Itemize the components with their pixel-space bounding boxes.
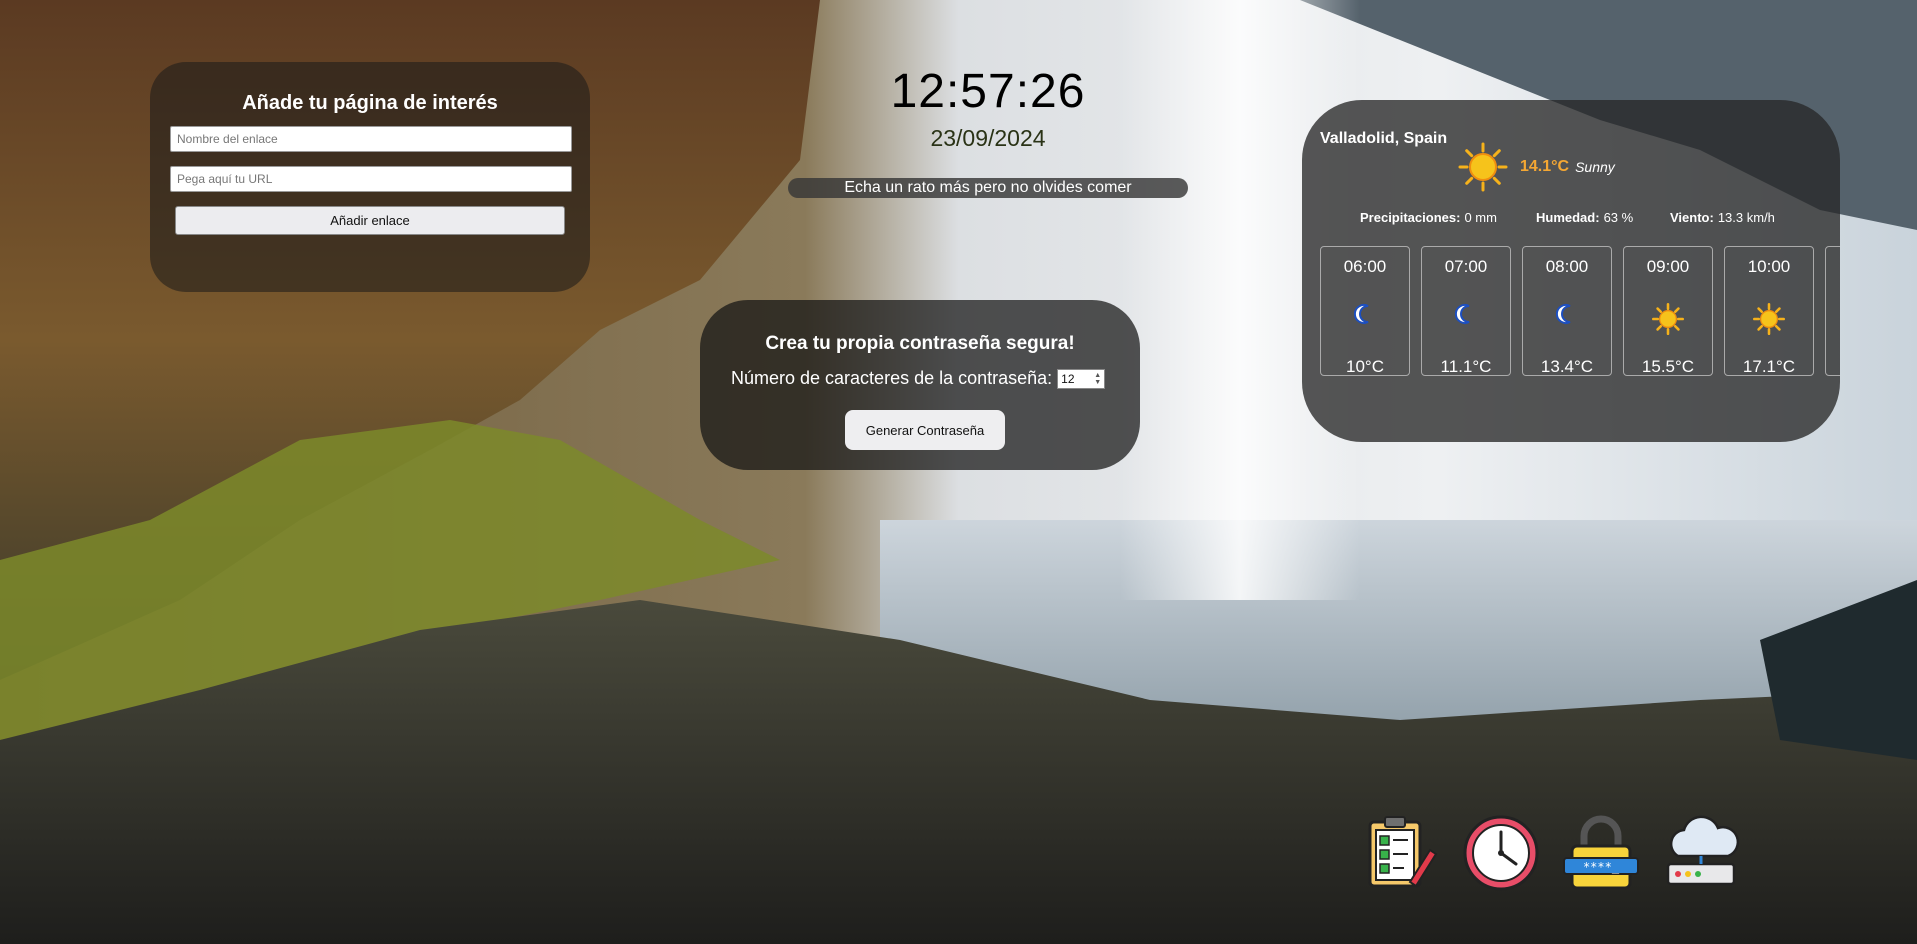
weather-stat-humidity: Humedad: 63 % xyxy=(1536,210,1634,225)
weather-panel: Valladolid, Spain 14.1°C Sunny Precipita… xyxy=(1302,100,1840,442)
checklist-icon[interactable] xyxy=(1360,812,1442,894)
sun-icon xyxy=(1725,303,1813,340)
moon-icon xyxy=(1321,303,1409,330)
clock-time: 12:57:26 xyxy=(890,65,1086,118)
hourly-card: 08:00 13.4°C xyxy=(1522,246,1612,376)
hour-temp: 13.4°C xyxy=(1540,357,1594,376)
moon-icon xyxy=(1422,303,1510,330)
link-url-input[interactable] xyxy=(170,166,572,192)
clock-icon[interactable] xyxy=(1460,812,1542,894)
clock-widget: 12:57:26 23/09/2024 xyxy=(800,64,1176,152)
weather-current: 14.1°C Sunny xyxy=(1458,142,1615,192)
hourly-forecast[interactable]: 06:00 10°C 07:00 11.1°C 08:00 13.4°C 09:… xyxy=(1320,246,1840,376)
weather-current-temp: 14.1°C xyxy=(1520,158,1570,175)
password-generator-title: Crea tu propia contraseña segura! xyxy=(765,333,1075,354)
sun-icon xyxy=(1624,303,1712,340)
hour-time: 08:00 xyxy=(1545,257,1589,276)
password-generator-panel: Crea tu propia contraseña segura! Número… xyxy=(700,300,1140,470)
link-form-panel: Añade tu página de interés Añadir enlace xyxy=(150,62,590,292)
password-lock-icon[interactable]: ****_ xyxy=(1560,812,1642,894)
hour-time: 10:00 xyxy=(1747,257,1791,276)
moon-icon xyxy=(1523,303,1611,330)
password-length-row: Número de caracteres de la contraseña: 1… xyxy=(731,368,1106,389)
hourly-card-partial xyxy=(1825,246,1840,376)
hourly-card: 06:00 10°C xyxy=(1320,246,1410,376)
hour-temp: 17.1°C xyxy=(1742,357,1796,376)
hour-temp: 11.1°C xyxy=(1440,357,1492,376)
cloud-weather-icon[interactable] xyxy=(1660,812,1742,894)
hour-time: 09:00 xyxy=(1646,257,1690,276)
password-length-stepper[interactable]: 12 ▲ ▼ xyxy=(1057,368,1106,389)
clock-message: Echa un rato más pero no olvides comer xyxy=(788,178,1188,198)
svg-text:****_: ****_ xyxy=(1583,860,1620,874)
weather-condition: Sunny xyxy=(1575,159,1615,175)
password-length-label: Número de caracteres de la contraseña: xyxy=(731,368,1053,388)
weather-location: Valladolid, Spain xyxy=(1320,130,1448,147)
hour-time: 06:00 xyxy=(1343,257,1387,276)
hour-time: 07:00 xyxy=(1444,257,1488,276)
password-length-value: 12 xyxy=(1061,371,1075,386)
hourly-card: 09:00 15.5°C xyxy=(1623,246,1713,376)
hourly-card: 07:00 11.1°C xyxy=(1421,246,1511,376)
generate-password-button[interactable]: Generar Contraseña xyxy=(845,410,1005,450)
sun-icon xyxy=(1458,142,1508,192)
weather-stat-precipitation: Precipitaciones: 0 mm xyxy=(1360,210,1497,225)
hour-temp: 10°C xyxy=(1346,357,1384,376)
add-link-button[interactable]: Añadir enlace xyxy=(175,206,565,235)
link-form-title: Añade tu página de interés xyxy=(242,92,498,114)
weather-stat-wind: Viento: 13.3 km/h xyxy=(1670,210,1775,225)
app-dock: ****_ xyxy=(1360,812,1742,894)
clock-date: 23/09/2024 xyxy=(930,125,1046,151)
hourly-card: 10:00 17.1°C xyxy=(1724,246,1814,376)
stepper-arrows-icon[interactable]: ▲ ▼ xyxy=(1094,372,1101,386)
hour-temp: 15.5°C xyxy=(1641,357,1695,376)
link-name-input[interactable] xyxy=(170,126,572,152)
